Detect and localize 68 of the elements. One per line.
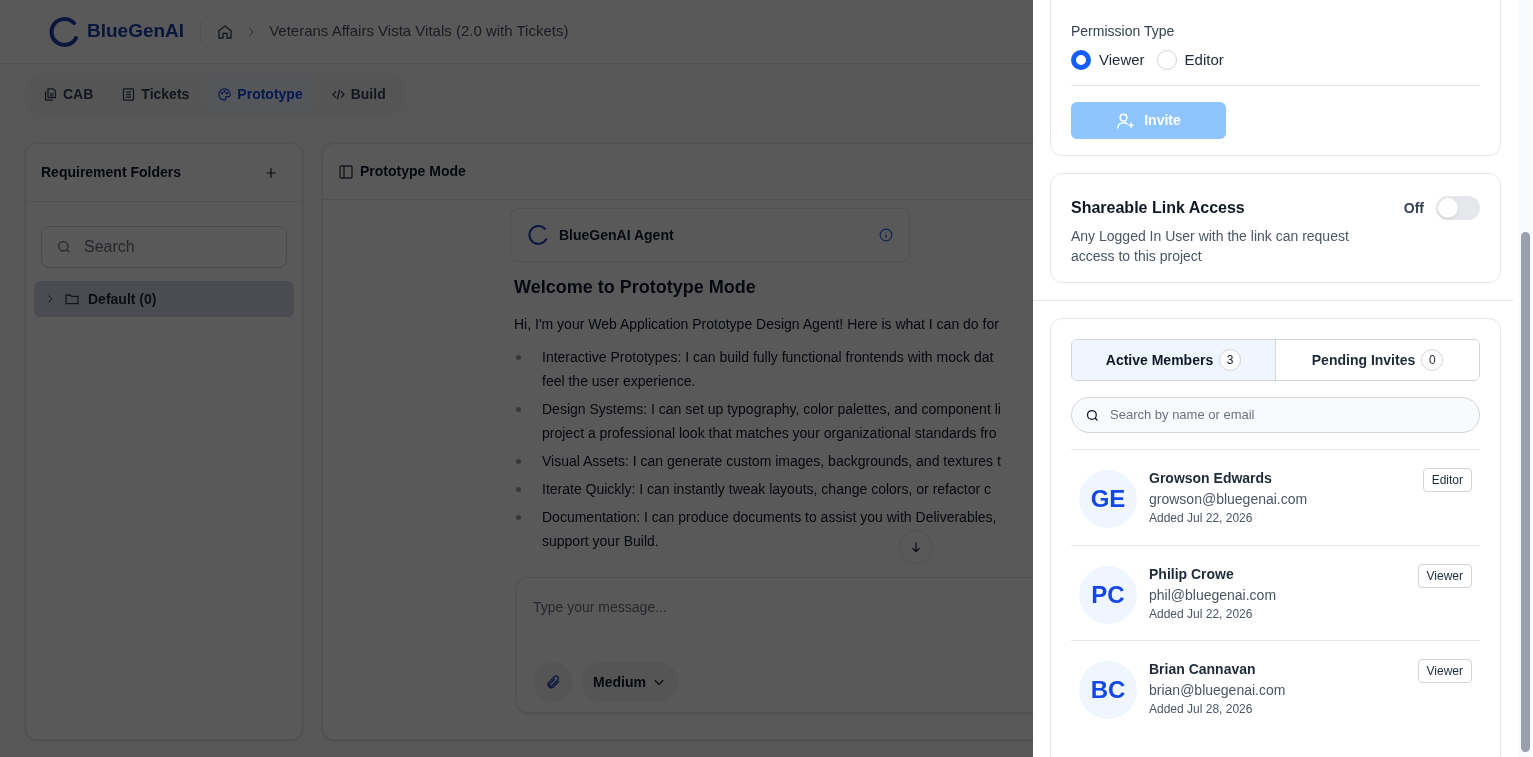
avatar: PC [1079,566,1137,624]
modal-overlay[interactable] [0,0,1033,757]
paperclip-icon [545,674,561,690]
bullet-text-line: Interactive Prototypes: I can build fully functional frontends with mock dat [542,348,994,367]
files-icon [43,86,58,102]
card-description: Any Logged In User with the link can request access to this project [1071,227,1350,266]
member-search-input[interactable]: Search by name or email [1110,405,1450,425]
member-email: brian@bluegenai.com [1149,681,1287,699]
home-icon[interactable] [217,23,234,40]
search-icon [56,239,72,255]
brand-name: BlueGenAI [87,19,185,44]
role-button[interactable]: Viewer [1417,564,1472,588]
sidebar-toggle-icon[interactable] [338,163,354,180]
intro-text: Hi, I'm your Web Application Prototype Design Agent! Here is what I can do for [514,315,1000,334]
radio-button[interactable] [1071,50,1091,70]
member-name: Brian Cannavan [1149,661,1257,679]
tab[interactable]: CAB [31,75,106,113]
agent-logo-icon [527,224,549,246]
bullet-text-line: Documentation: I can produce documents to assist you with Deliverables, [542,508,997,527]
field-label: Permission Type [1071,22,1176,41]
panel-title: Requirement Folders [41,163,182,182]
member-email: growson@bluegenai.com [1149,490,1309,508]
card-title: Shareable Link Access [1071,198,1245,218]
radio-label: Editor [1184,49,1224,70]
tab[interactable]: Tickets [109,75,202,113]
members-tab[interactable]: Pending Invites 0 [1275,340,1479,380]
member-added-date: Added Jul 22, 2026 [1149,511,1254,526]
arrow-down-icon [909,540,923,554]
member-added-date: Added Jul 28, 2026 [1149,702,1254,717]
scroll-down-button[interactable] [899,530,933,564]
folder-item[interactable]: Default (0) [34,281,294,317]
toggle-switch[interactable] [1436,196,1480,220]
member-name: Philip Crowe [1149,566,1235,584]
welcome-heading: Welcome to Prototype Mode [514,276,757,299]
add-icon[interactable] [264,165,278,180]
count-badge: 3 [1219,349,1242,371]
folder-icon [64,291,80,307]
members-tab[interactable]: Active Members 3 [1072,340,1275,380]
breadcrumb-item[interactable]: Veterans Affairs Vista Vitals (2.0 with Tickets) [269,20,569,43]
bullet-text-line: project a professional look that matches your organizational standards fro [542,424,997,443]
panel-title: Prototype Mode [360,162,466,181]
role-button[interactable]: Editor [1422,468,1472,492]
palette-icon [217,86,233,102]
code-icon [330,86,346,102]
tab[interactable]: Build [318,75,398,113]
avatar: GE [1079,470,1137,528]
effort-dropdown[interactable]: Medium [581,662,678,702]
member-email: phil@bluegenai.com [1149,586,1278,604]
member-name: Growson Edwards [1149,470,1273,488]
avatar: BC [1079,661,1137,719]
toggle-state-label: Off [1403,198,1424,218]
info-icon[interactable] [879,228,893,242]
scrollbar-thumb[interactable] [1521,232,1530,752]
radio-label: Viewer [1099,49,1145,70]
bullet-text-line: Visual Assets: I can generate custom images, backgrounds, and textures t [542,452,1001,471]
count-badge: 0 [1421,349,1444,371]
list-icon [121,86,137,102]
bullet-text-line: support your Build. [542,532,659,551]
member-added-date: Added Jul 22, 2026 [1149,607,1254,622]
logo-icon [48,15,80,48]
attach-button[interactable] [533,662,573,702]
search-icon [1085,407,1100,423]
role-button[interactable]: Viewer [1417,659,1472,683]
member-search-field[interactable]: Search by name or email [1071,397,1480,433]
bullet-text-line: Iterate Quickly: I can instantly tweak layouts, change colors, or refactor c [542,480,991,499]
bullet-text-line: feel the user experience. [542,372,696,391]
bullet-text-line: Design Systems: I can set up typography, color palettes, and component li [542,400,1001,419]
agent-name: BlueGenAI Agent [559,225,675,245]
